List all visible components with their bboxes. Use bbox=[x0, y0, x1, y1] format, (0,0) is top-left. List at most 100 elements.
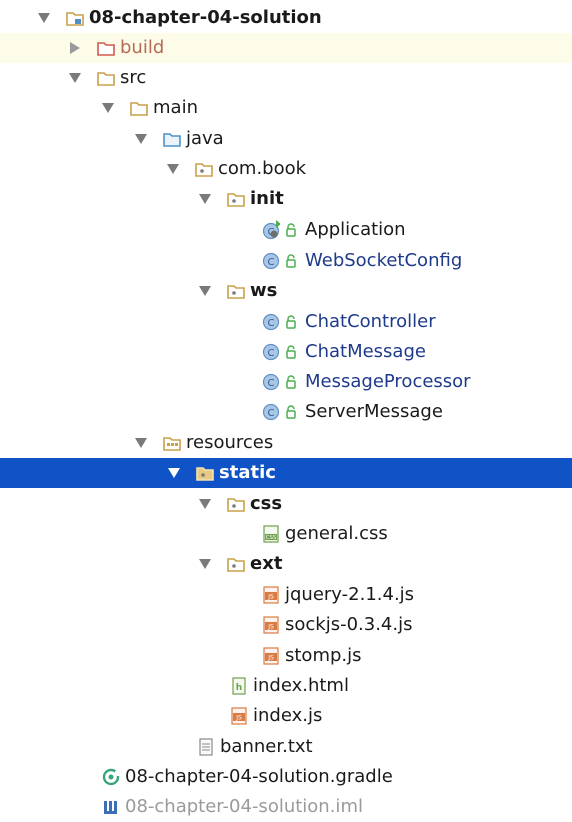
tree-item-index-html[interactable]: h index.html bbox=[0, 671, 572, 701]
svg-text:JS: JS bbox=[267, 594, 274, 601]
expand-arrow-icon[interactable] bbox=[197, 496, 213, 512]
svg-text:JS: JS bbox=[235, 715, 242, 722]
tree-item-label: build bbox=[120, 37, 165, 58]
expand-arrow-icon[interactable] bbox=[166, 465, 182, 481]
tree-item-gradle[interactable]: 08-chapter-04-solution.gradle bbox=[0, 762, 572, 792]
tree-item-label: css bbox=[250, 493, 283, 514]
package-icon bbox=[195, 160, 213, 178]
folder-icon bbox=[97, 69, 115, 87]
class-icon: C bbox=[262, 343, 280, 361]
tree-item-label: java bbox=[186, 128, 224, 149]
css-file-icon: CSS bbox=[262, 525, 280, 543]
tree-item-label: sockjs-0.3.4.js bbox=[285, 614, 413, 635]
class-icon: C bbox=[262, 313, 280, 331]
svg-text:CSS: CSS bbox=[266, 535, 277, 541]
package-icon bbox=[227, 495, 245, 513]
js-file-icon: JS bbox=[230, 707, 248, 725]
svg-text:h: h bbox=[236, 683, 242, 693]
tree-item-label: Application bbox=[305, 219, 406, 240]
tree-item-label: ChatMessage bbox=[305, 341, 426, 362]
tree-item-label: general.css bbox=[285, 523, 388, 544]
tree-item-label: 08-chapter-04-solution.gradle bbox=[125, 766, 393, 787]
tree-item-build[interactable]: build bbox=[0, 33, 572, 63]
tree-item-banner-txt[interactable]: banner.txt bbox=[0, 732, 572, 762]
tree-item-resources[interactable]: resources bbox=[0, 428, 572, 458]
tree-item-label: jquery-2.1.4.js bbox=[285, 584, 415, 605]
class-icon: C bbox=[262, 252, 280, 270]
tree-item-jquery[interactable]: JS jquery-2.1.4.js bbox=[0, 580, 572, 610]
expand-arrow-icon[interactable] bbox=[165, 161, 181, 177]
tree-item-ext[interactable]: ext bbox=[0, 549, 572, 579]
lock-icon bbox=[285, 344, 299, 360]
collapse-arrow-icon[interactable] bbox=[67, 40, 83, 56]
tree-item-server-message[interactable]: C ServerMessage bbox=[0, 397, 572, 427]
class-icon: C bbox=[262, 403, 280, 421]
tree-item-label: WebSocketConfig bbox=[305, 250, 463, 271]
svg-text:C: C bbox=[268, 378, 275, 389]
project-tree: 08-chapter-04-solution build src main ja… bbox=[0, 0, 572, 819]
tree-item-label: main bbox=[153, 97, 198, 118]
tree-item-label: 08-chapter-04-solution bbox=[89, 7, 322, 28]
expand-arrow-icon[interactable] bbox=[100, 100, 116, 116]
tree-item-label: stomp.js bbox=[285, 645, 362, 666]
svg-text:C: C bbox=[268, 408, 275, 419]
expand-arrow-icon[interactable] bbox=[67, 70, 83, 86]
svg-text:JS: JS bbox=[267, 624, 274, 631]
tree-item-label: ws bbox=[250, 280, 278, 301]
iml-file-icon bbox=[102, 798, 120, 816]
tree-item-java[interactable]: java bbox=[0, 124, 572, 154]
tree-item-chat-controller[interactable]: C ChatController bbox=[0, 307, 572, 337]
lock-icon bbox=[285, 314, 299, 330]
runnable-class-icon: C bbox=[262, 220, 280, 240]
tree-item-static[interactable]: static bbox=[0, 458, 572, 488]
lock-icon bbox=[285, 404, 299, 420]
tree-item-label: resources bbox=[186, 432, 274, 453]
lock-icon bbox=[285, 374, 299, 390]
tree-item-general-css[interactable]: CSS general.css bbox=[0, 519, 572, 549]
tree-item-root[interactable]: 08-chapter-04-solution bbox=[0, 3, 572, 33]
lock-icon bbox=[285, 253, 299, 269]
tree-item-index-js[interactable]: JS index.js bbox=[0, 701, 572, 731]
html-file-icon: h bbox=[230, 677, 248, 695]
class-icon: C bbox=[262, 373, 280, 391]
svg-text:C: C bbox=[268, 348, 275, 359]
expand-arrow-icon[interactable] bbox=[197, 283, 213, 299]
package-icon bbox=[227, 555, 245, 573]
tree-item-label: index.js bbox=[253, 705, 323, 726]
svg-text:JS: JS bbox=[267, 655, 274, 662]
js-file-icon: JS bbox=[262, 586, 280, 604]
tree-item-label: banner.txt bbox=[220, 736, 313, 757]
tree-item-label: src bbox=[120, 67, 147, 88]
text-file-icon bbox=[197, 738, 215, 756]
tree-item-label: ext bbox=[250, 553, 283, 574]
tree-item-com-book[interactable]: com.book bbox=[0, 154, 572, 184]
tree-item-init[interactable]: init bbox=[0, 184, 572, 214]
folder-icon bbox=[130, 99, 148, 117]
source-folder-icon bbox=[163, 130, 181, 148]
tree-item-css[interactable]: css bbox=[0, 489, 572, 519]
expand-arrow-icon[interactable] bbox=[197, 191, 213, 207]
tree-item-iml[interactable]: 08-chapter-04-solution.iml bbox=[0, 792, 572, 822]
excluded-folder-icon bbox=[97, 39, 115, 57]
tree-item-sockjs[interactable]: JS sockjs-0.3.4.js bbox=[0, 610, 572, 640]
resources-folder-icon bbox=[163, 434, 181, 452]
tree-item-main[interactable]: main bbox=[0, 93, 572, 123]
expand-arrow-icon[interactable] bbox=[36, 10, 52, 26]
tree-item-application[interactable]: C Application bbox=[0, 215, 572, 245]
tree-item-message-processor[interactable]: C MessageProcessor bbox=[0, 367, 572, 397]
expand-arrow-icon[interactable] bbox=[133, 131, 149, 147]
tree-item-stomp[interactable]: JS stomp.js bbox=[0, 641, 572, 671]
package-icon bbox=[227, 190, 245, 208]
tree-item-chat-message[interactable]: C ChatMessage bbox=[0, 337, 572, 367]
expand-arrow-icon[interactable] bbox=[197, 556, 213, 572]
js-file-icon: JS bbox=[262, 647, 280, 665]
expand-arrow-icon[interactable] bbox=[133, 435, 149, 451]
tree-item-src[interactable]: src bbox=[0, 63, 572, 93]
svg-text:C: C bbox=[268, 318, 275, 329]
svg-text:C: C bbox=[268, 257, 275, 268]
module-folder-icon bbox=[66, 9, 84, 27]
tree-item-label: ServerMessage bbox=[305, 401, 443, 422]
tree-item-websocket-config[interactable]: C WebSocketConfig bbox=[0, 246, 572, 276]
tree-item-label: ChatController bbox=[305, 311, 436, 332]
tree-item-ws[interactable]: ws bbox=[0, 276, 572, 306]
